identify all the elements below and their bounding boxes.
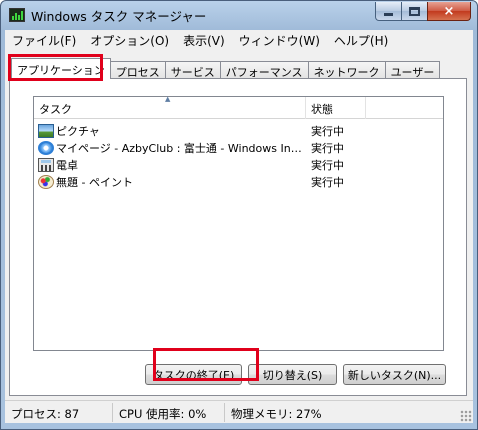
- column-header-task-label: タスク: [39, 103, 72, 116]
- switch-to-button[interactable]: 切り替え(S): [248, 364, 337, 385]
- column-header-task[interactable]: ▲ タスク: [34, 95, 306, 119]
- resize-grip[interactable]: [460, 410, 472, 422]
- maximize-button[interactable]: [401, 2, 428, 21]
- task-status: 実行中: [311, 175, 344, 189]
- column-header-status[interactable]: 状態: [306, 97, 366, 119]
- calculator-icon: [38, 157, 54, 172]
- status-physical-memory: 物理メモリ: 27%: [231, 406, 322, 421]
- task-row[interactable]: 無題 - ペイント 実行中: [34, 173, 443, 190]
- title-bar[interactable]: Windows タスク マネージャー ×: [1, 1, 477, 29]
- task-list-body: ピクチャ 実行中 マイページ - AzbyClub : 富士通 - Window…: [34, 122, 443, 190]
- task-row[interactable]: マイページ - AzbyClub : 富士通 - Windows Interne…: [34, 139, 443, 156]
- status-processes: プロセス: 87: [5, 402, 113, 422]
- status-cpu-usage: CPU 使用率: 0%: [113, 402, 225, 422]
- menu-help[interactable]: ヘルプ(H): [327, 30, 395, 50]
- end-task-button[interactable]: タスクの終了(E): [145, 364, 242, 385]
- tab-processes[interactable]: プロセス: [109, 61, 166, 79]
- new-task-button[interactable]: 新しいタスク(N)...: [343, 364, 446, 385]
- task-cell: ピクチャ: [34, 123, 306, 139]
- column-header-status-label: 状態: [311, 103, 333, 116]
- task-row[interactable]: 電卓 実行中: [34, 156, 443, 173]
- task-name: 電卓: [56, 158, 78, 172]
- task-status: 実行中: [311, 124, 344, 138]
- tab-services[interactable]: サービス: [164, 61, 221, 79]
- tab-applications[interactable]: アプリケーション: [11, 58, 111, 79]
- tab-performance[interactable]: パフォーマンス: [219, 61, 309, 79]
- tab-users[interactable]: ユーザー: [384, 61, 441, 79]
- task-manager-icon: [9, 8, 25, 22]
- minimize-icon: [384, 13, 393, 16]
- tab-strip: アプリケーション プロセス サービス パフォーマンス ネットワーク ユーザー: [11, 58, 441, 79]
- client-area: アプリケーション プロセス サービス パフォーマンス ネットワーク ユーザー ▲…: [5, 50, 473, 400]
- task-name: ピクチャ: [56, 124, 100, 138]
- maximize-icon: [409, 6, 420, 16]
- applications-panel: ▲ タスク 状態 ピクチャ 実行中 マイページ - AzbyClub: 富士通…: [9, 78, 467, 396]
- status-bar: プロセス: 87 CPU 使用率: 0% 物理メモリ: 27%: [5, 400, 473, 423]
- task-row[interactable]: ピクチャ 実行中: [34, 122, 443, 139]
- menu-options[interactable]: オプション(O): [83, 30, 176, 50]
- menu-view[interactable]: 表示(V): [176, 30, 232, 50]
- task-status: 実行中: [311, 158, 344, 172]
- task-name: 無題 - ペイント: [56, 175, 133, 189]
- task-name: マイページ - AzbyClub : 富士通 - Windows Interne…: [56, 141, 306, 155]
- internet-explorer-icon: [38, 140, 54, 155]
- picture-icon: [38, 123, 54, 138]
- menu-file[interactable]: ファイル(F): [5, 30, 83, 50]
- close-icon: ×: [443, 3, 455, 19]
- task-status: 実行中: [311, 141, 344, 155]
- task-cell: 無題 - ペイント: [34, 174, 306, 190]
- caption-buttons: ×: [375, 2, 471, 22]
- minimize-button[interactable]: [375, 2, 402, 21]
- tab-networking[interactable]: ネットワーク: [307, 61, 386, 79]
- task-list-header: ▲ タスク 状態: [34, 95, 443, 119]
- task-cell: 電卓: [34, 157, 306, 173]
- task-cell: マイページ - AzbyClub : 富士通 - Windows Interne…: [34, 140, 306, 156]
- sort-ascending-icon: ▲: [165, 95, 171, 103]
- menu-window[interactable]: ウィンドウ(W): [232, 30, 327, 50]
- column-header-filler: [366, 97, 443, 119]
- task-list[interactable]: ▲ タスク 状態 ピクチャ 実行中 マイページ - AzbyClub: 富士通…: [33, 95, 444, 351]
- close-button[interactable]: ×: [427, 2, 471, 21]
- window-title: Windows タスク マネージャー: [31, 9, 207, 24]
- menu-bar: ファイル(F) オプション(O) 表示(V) ウィンドウ(W) ヘルプ(H): [5, 30, 473, 50]
- paint-icon: [38, 174, 54, 189]
- task-manager-window: Windows タスク マネージャー × ファイル(F) オプション(O) 表示…: [0, 0, 478, 430]
